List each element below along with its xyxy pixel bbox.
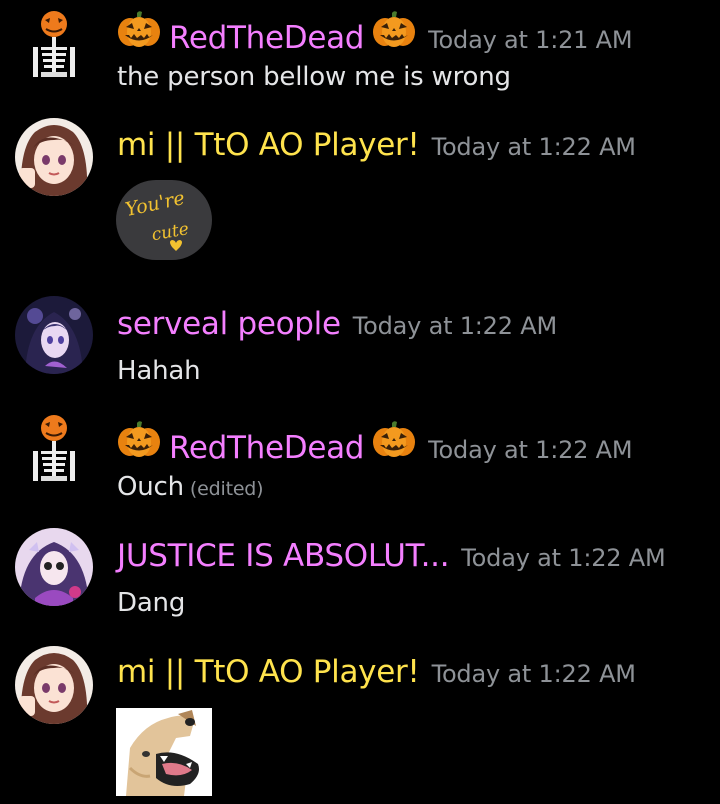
timestamp[interactable]: Today at 1:22 AM: [432, 660, 636, 688]
anime-girl-avatar: [15, 646, 93, 724]
message-text: Hahah: [117, 356, 201, 386]
sticker-art: You're cute: [123, 187, 190, 251]
youre-cute-sticker[interactable]: You're cute: [116, 180, 212, 260]
avatar[interactable]: [15, 528, 93, 606]
message-text: the person bellow me is wrong: [117, 62, 511, 92]
skeleton-pumpkin-avatar: [15, 10, 93, 88]
message-content: Ouch (edited): [117, 472, 264, 502]
dog-art: [116, 708, 212, 796]
pumpkin-icon: [372, 10, 416, 48]
username[interactable]: mi || TtO AO Player!: [117, 653, 420, 691]
sticker-text: You're: [123, 187, 186, 221]
pumpkin-icon: [372, 420, 416, 458]
pumpkin-icon: [117, 10, 161, 48]
timestamp[interactable]: Today at 1:22 AM: [461, 544, 665, 572]
message-header: RedTheDead Today at 1:22 AM: [117, 420, 633, 467]
avatar[interactable]: [15, 296, 93, 374]
avatar[interactable]: [15, 10, 93, 88]
laughing-dog-image[interactable]: [116, 708, 212, 796]
message-header: mi || TtO AO Player! Today at 1:22 AM: [117, 653, 636, 691]
username[interactable]: serveal people: [117, 305, 341, 343]
avatar[interactable]: [15, 118, 93, 196]
message-header: serveal people Today at 1:22 AM: [117, 305, 557, 343]
message-text: Ouch: [117, 472, 184, 502]
message-header: mi || TtO AO Player! Today at 1:22 AM: [117, 126, 636, 164]
username[interactable]: JUSTICE IS ABSOLUT...: [117, 537, 450, 575]
timestamp[interactable]: Today at 1:22 AM: [432, 133, 636, 161]
username[interactable]: RedTheDead: [169, 429, 364, 467]
message-text: Dang: [117, 588, 186, 618]
edited-label: (edited): [189, 478, 264, 500]
timestamp[interactable]: Today at 1:21 AM: [428, 26, 632, 54]
avatar[interactable]: [15, 646, 93, 724]
pumpkin-icon: [117, 420, 161, 458]
message-header: RedTheDead Today at 1:21 AM: [117, 10, 633, 57]
username[interactable]: RedTheDead: [169, 19, 364, 57]
timestamp[interactable]: Today at 1:22 AM: [353, 312, 557, 340]
timestamp[interactable]: Today at 1:22 AM: [428, 436, 632, 464]
anime-dark-avatar: [15, 296, 93, 374]
skeleton-pumpkin-avatar: [15, 414, 93, 492]
username[interactable]: mi || TtO AO Player!: [117, 126, 420, 164]
anime-girl-avatar: [15, 118, 93, 196]
anime-purple-avatar: [15, 528, 93, 606]
message-header: JUSTICE IS ABSOLUT... Today at 1:22 AM: [117, 537, 666, 575]
avatar[interactable]: [15, 414, 93, 492]
